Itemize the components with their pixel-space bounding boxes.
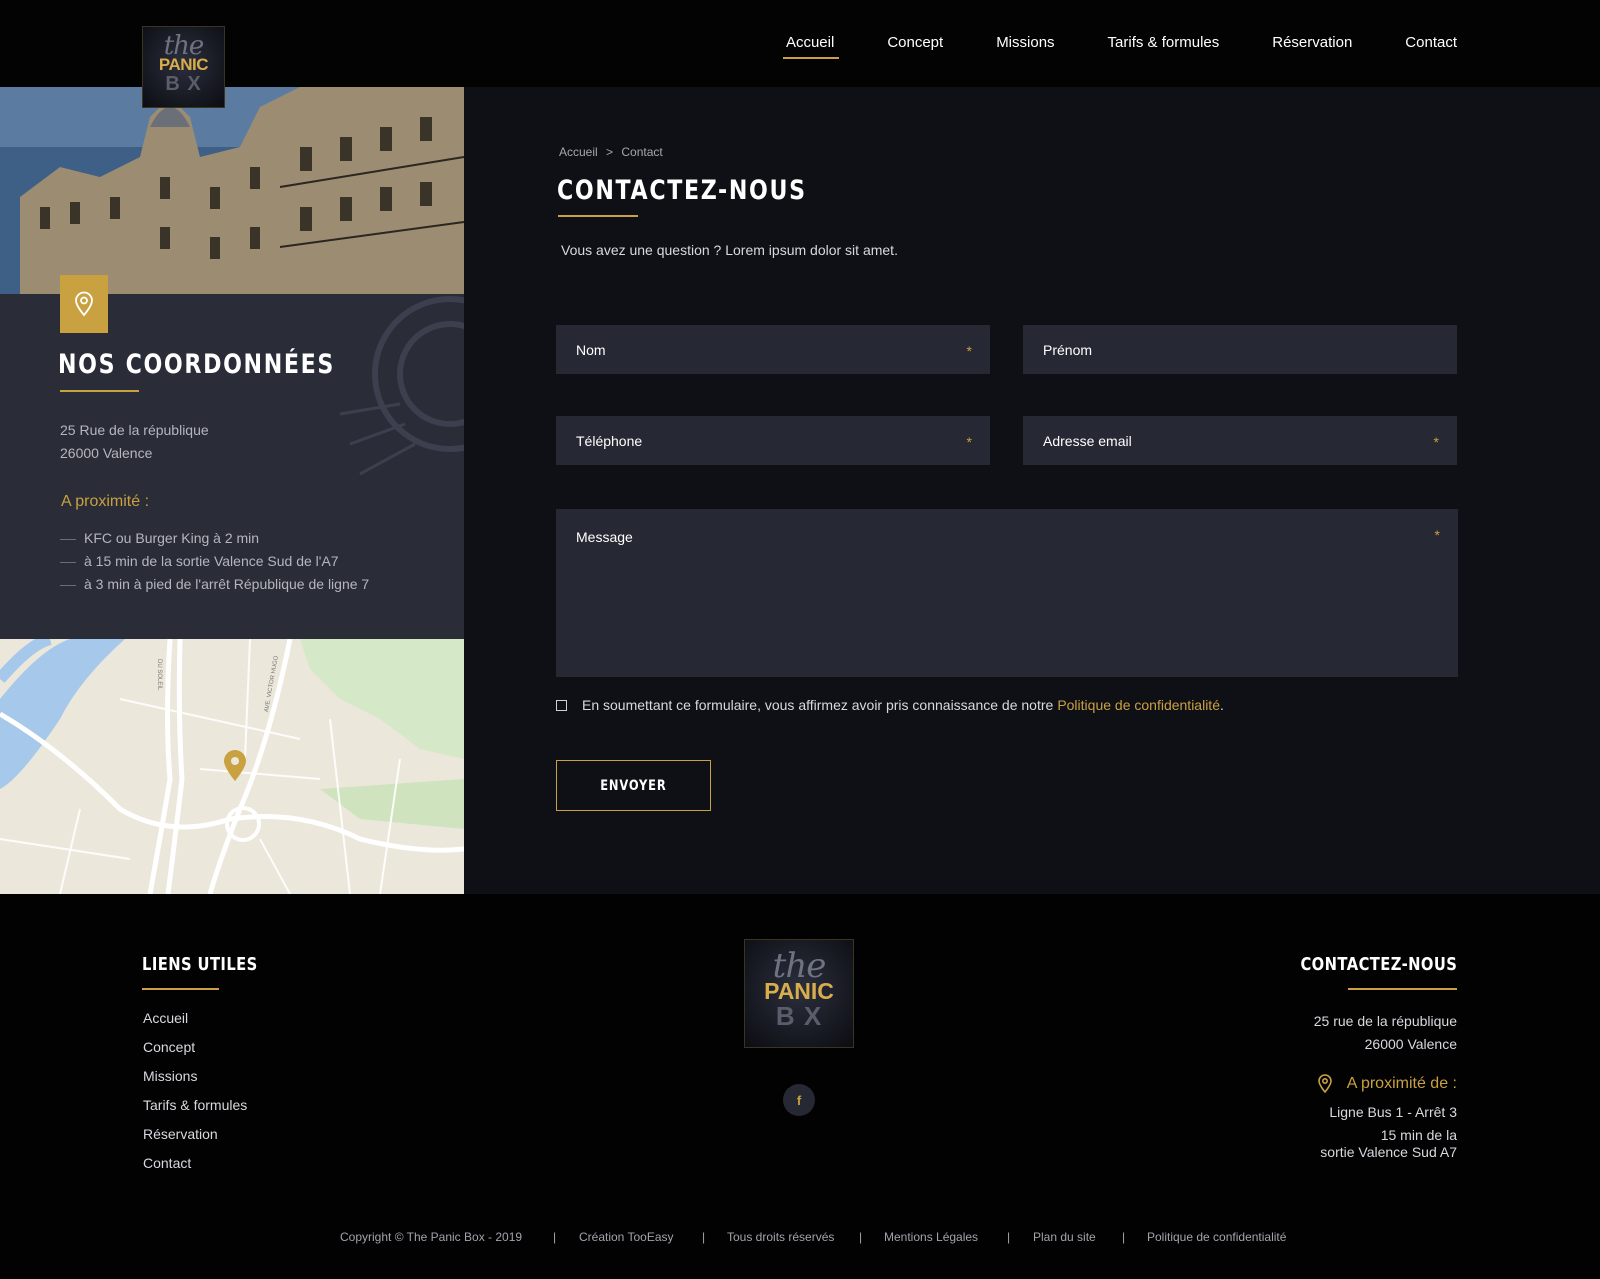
coordinates-panel: NOS COORDONNÉES 25 Rue de la république … — [0, 294, 464, 639]
site-header: Accueil Concept Missions Tarifs & formul… — [0, 0, 1600, 87]
consent-text: En soumettant ce formulaire, vous affirm… — [582, 697, 1054, 713]
nav-concept[interactable]: Concept — [887, 34, 943, 59]
consent-end: . — [1219, 697, 1224, 713]
footer-address-line-1: 25 rue de la république — [1313, 1013, 1457, 1029]
proximity-item: KFC ou Burger King à 2 min — [60, 527, 369, 550]
footer-contact-title: CONTACTEZ-NOUS — [1300, 954, 1457, 975]
footer-link-missions[interactable]: Missions — [143, 1062, 247, 1091]
logo-box: B X — [165, 73, 202, 95]
proximity-list: KFC ou Burger King à 2 min à 15 min de l… — [60, 527, 369, 596]
breadcrumb-home[interactable]: Accueil — [559, 145, 598, 159]
footer-link-contact[interactable]: Contact — [143, 1149, 247, 1178]
useful-links-title: LIENS UTILES — [142, 954, 258, 975]
footer-link-reservation[interactable]: Réservation — [143, 1120, 247, 1149]
location-map[interactable]: AVE. VICTOR HUGO DU SOLEIL — [0, 639, 464, 894]
footer-address-line-2: 26000 Valence — [1364, 1036, 1457, 1052]
proximity-item: à 15 min de la sortie Valence Sud de l'A… — [60, 550, 369, 573]
send-button[interactable]: ENVOYER — [556, 760, 711, 811]
nom-placeholder: Nom — [576, 342, 606, 358]
privacy-link[interactable]: Politique de confidentialité — [1147, 1230, 1286, 1244]
privacy-policy-link[interactable]: Politique de confidentialité — [1057, 697, 1220, 713]
email-field[interactable]: Adresse email * — [1023, 416, 1457, 465]
nav-reservation[interactable]: Réservation — [1272, 34, 1352, 59]
footer-link-tarifs[interactable]: Tarifs & formules — [143, 1091, 247, 1120]
sitemap-link[interactable]: Plan du site — [1033, 1230, 1096, 1244]
footer-proximity-line-1: Ligne Bus 1 - Arrêt 3 — [1329, 1104, 1457, 1120]
nom-field[interactable]: Nom * — [556, 325, 990, 374]
map-pin-icon — [75, 291, 93, 317]
nav-tarifs[interactable]: Tarifs & formules — [1108, 34, 1220, 59]
footer-link-accueil[interactable]: Accueil — [143, 1004, 247, 1033]
facebook-icon[interactable]: f — [783, 1084, 815, 1116]
gear-decoration — [339, 296, 464, 476]
logo-box: B X — [775, 1001, 823, 1031]
street-label: DU SOLEIL — [156, 659, 162, 691]
footer-proximity-title: A proximité de : — [1346, 1075, 1457, 1092]
title-underline — [142, 988, 219, 990]
email-placeholder: Adresse email — [1043, 433, 1132, 449]
nav-missions[interactable]: Missions — [996, 34, 1054, 59]
footer-logo[interactable]: the PANIC B X — [744, 939, 854, 1048]
intro-text: Vous avez une question ? Lorem ipsum dol… — [561, 242, 898, 258]
separator: | — [702, 1230, 706, 1244]
map-pin-icon — [1317, 1074, 1332, 1094]
consent-row: En soumettant ce formulaire, vous affirm… — [556, 697, 1224, 713]
title-underline — [558, 215, 638, 217]
address-line-2: 26000 Valence — [60, 445, 153, 461]
separator: | — [859, 1230, 863, 1244]
footer-links: Accueil Concept Missions Tarifs & formul… — [143, 1004, 247, 1178]
proximity-title: A proximité : — [61, 493, 150, 510]
required-mark: * — [966, 343, 972, 359]
telephone-field[interactable]: Téléphone * — [556, 416, 990, 465]
creation-link[interactable]: Création TooEasy — [579, 1230, 674, 1244]
footer-link-concept[interactable]: Concept — [143, 1033, 247, 1062]
prenom-placeholder: Prénom — [1043, 342, 1093, 358]
separator: | — [1007, 1230, 1011, 1244]
proximity-item: à 3 min à pied de l'arrêt République de … — [60, 573, 369, 596]
logo-panic: PANIC — [764, 978, 834, 1004]
page-title: CONTACTEZ-NOUS — [557, 175, 807, 206]
send-button-label: ENVOYER — [600, 777, 667, 794]
title-underline — [60, 390, 139, 392]
copyright-text: Copyright © The Panic Box - 2019 — [340, 1230, 523, 1244]
required-mark: * — [966, 434, 972, 450]
logo-panic: PANIC — [158, 55, 209, 74]
title-underline — [1348, 988, 1457, 990]
legal-link[interactable]: Mentions Légales — [884, 1230, 978, 1244]
message-textarea[interactable]: Message * — [556, 509, 1458, 677]
breadcrumb: Accueil > Contact — [559, 145, 663, 159]
separator: | — [1122, 1230, 1126, 1244]
address-line-1: 25 Rue de la république — [60, 422, 209, 438]
rights-text: Tous droits réservés — [727, 1230, 835, 1244]
coordinates-title: NOS COORDONNÉES — [58, 349, 336, 380]
consent-checkbox[interactable] — [556, 699, 567, 711]
separator: | — [553, 1230, 557, 1244]
site-logo[interactable]: the PANIC B X — [142, 26, 225, 108]
required-mark: * — [1434, 527, 1440, 543]
main-nav: Accueil Concept Missions Tarifs & formul… — [733, 34, 1457, 59]
site-footer: LIENS UTILES Accueil Concept Missions Ta… — [0, 894, 1600, 1279]
building-photo — [0, 87, 464, 294]
location-icon-box — [60, 275, 108, 333]
prenom-field[interactable]: Prénom — [1023, 325, 1457, 374]
breadcrumb-current: Contact — [621, 145, 663, 159]
message-placeholder: Message — [576, 529, 633, 545]
nav-accueil[interactable]: Accueil — [782, 34, 840, 59]
breadcrumb-separator: > — [606, 145, 614, 159]
footer-proximity-line-2: 15 min de la — [1380, 1127, 1457, 1143]
required-mark: * — [1433, 434, 1439, 450]
nav-contact[interactable]: Contact — [1405, 34, 1457, 59]
contact-main: Accueil > Contact CONTACTEZ-NOUS Vous av… — [464, 87, 1600, 894]
footer-proximity-line-3: sortie Valence Sud A7 — [1320, 1144, 1457, 1160]
telephone-placeholder: Téléphone — [576, 433, 643, 449]
